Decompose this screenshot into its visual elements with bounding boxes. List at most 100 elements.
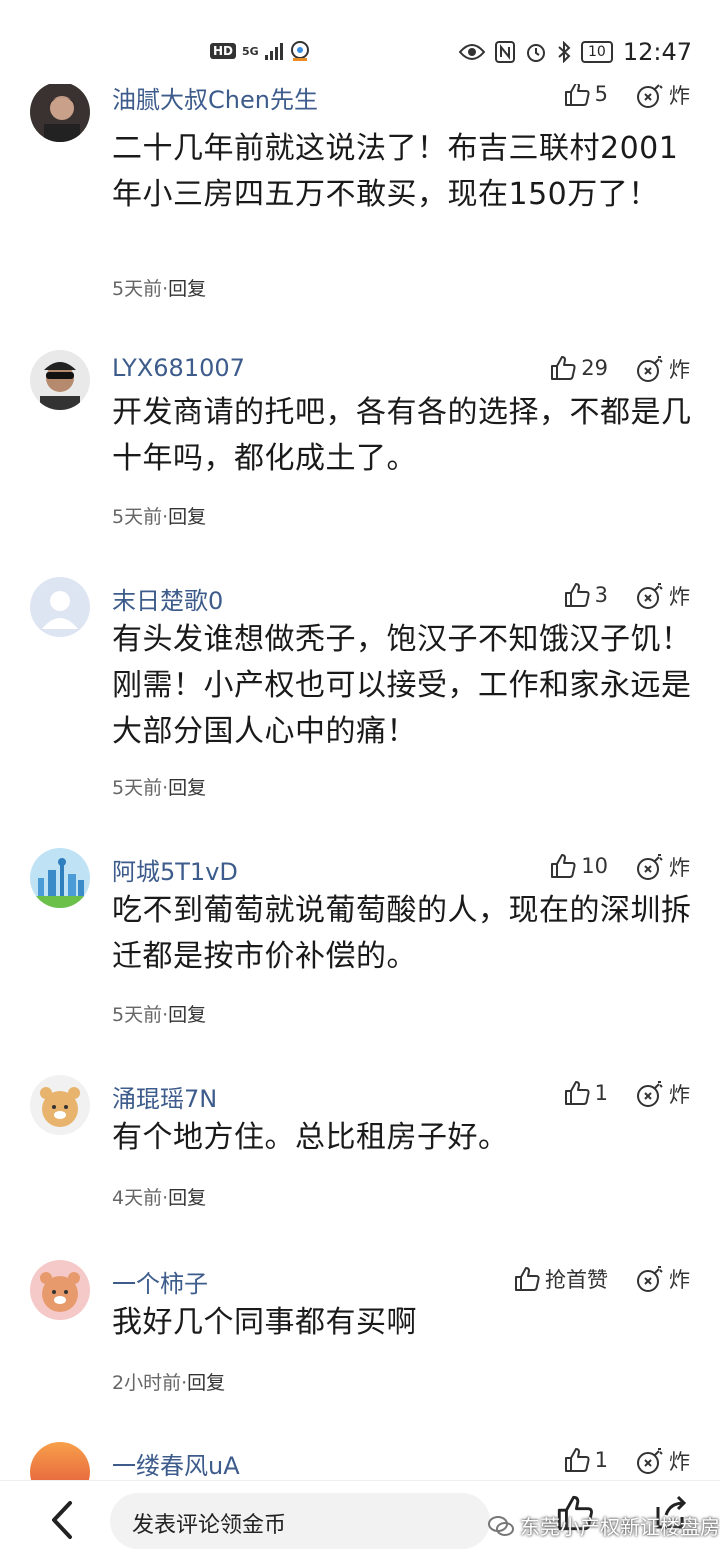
comment-text: 我好几个同事都有买啊: [112, 1305, 417, 1340]
avatar[interactable]: [30, 577, 90, 637]
comment-time: 5天前: [112, 278, 163, 300]
comment-input-placeholder: 发表评论领金币: [132, 1513, 287, 1538]
blast-button[interactable]: 炸: [635, 80, 690, 110]
reply-button[interactable]: 回复: [168, 1004, 206, 1026]
watermark: 东莞小产权新证楼盘房: [488, 1511, 720, 1540]
blast-button[interactable]: 炸: [635, 354, 690, 384]
hd-badge: HD: [210, 43, 237, 59]
like-button[interactable]: 5: [563, 80, 608, 108]
username[interactable]: 涌琨瑶7N: [112, 1079, 217, 1114]
like-count: 3: [594, 583, 608, 607]
blast-button[interactable]: 炸: [635, 852, 690, 882]
blast-label: 炸: [669, 1268, 690, 1292]
wechat-icon: [488, 1515, 514, 1536]
reply-button[interactable]: 回复: [168, 506, 206, 528]
like-button[interactable]: 1: [563, 1079, 608, 1107]
comment-meta: 5天前·回复: [112, 1004, 207, 1026]
network-gen: 5G: [242, 44, 259, 58]
comment-time: 2小时前: [112, 1372, 182, 1394]
bluetooth-icon: [558, 41, 571, 63]
username[interactable]: 一个柿子: [112, 1264, 208, 1299]
like-button[interactable]: 3: [563, 581, 608, 609]
comment-text: 有头发谁想做秃子，饱汉子不知饿汉子饥！刚需！小产权也可以接受，工作和家永远是大部…: [112, 622, 692, 749]
comment-list[interactable]: 油腻大叔Chen先生 5 炸 二十几年前就这说法了！布吉三联村2001年小三房四…: [0, 0, 720, 1480]
comment-time: 4天前: [112, 1187, 163, 1209]
comment-meta: 5天前·回复: [112, 777, 207, 799]
status-left: HD 5G: [210, 40, 311, 62]
blast-label: 炸: [669, 84, 690, 108]
blast-button[interactable]: 炸: [635, 1446, 690, 1476]
comment-meta: 2小时前·回复: [112, 1372, 226, 1394]
comment-meta: 4天前·回复: [112, 1187, 207, 1209]
comment-text: 有个地方住。总比租房子好。: [112, 1120, 509, 1155]
blast-label: 炸: [669, 1450, 690, 1474]
comment-time: 5天前: [112, 777, 163, 799]
username[interactable]: 一缕春风uA: [112, 1446, 240, 1480]
blast-label: 炸: [669, 358, 690, 382]
blast-label: 炸: [669, 585, 690, 609]
nfc-icon: [495, 41, 515, 63]
like-button[interactable]: 抢首赞: [513, 1264, 608, 1294]
clock: 12:47: [622, 38, 692, 66]
username[interactable]: LYX681007: [112, 354, 245, 382]
thumbs-up-icon: [564, 1448, 590, 1472]
like-button[interactable]: 29: [549, 354, 608, 382]
blast-label: 炸: [669, 1083, 690, 1107]
battery-icon: 10: [581, 41, 613, 63]
reply-button[interactable]: 回复: [168, 278, 206, 300]
avatar[interactable]: [30, 1260, 90, 1320]
blast-button[interactable]: 炸: [635, 581, 690, 611]
avatar[interactable]: [30, 350, 90, 410]
blast-button[interactable]: 炸: [635, 1264, 690, 1294]
status-right: 10 12:47: [459, 38, 692, 66]
like-count: 1: [594, 1081, 608, 1105]
blast-button[interactable]: 炸: [635, 1079, 690, 1109]
bomb-icon: [637, 1266, 663, 1292]
bomb-icon: [637, 1448, 663, 1474]
comment-input[interactable]: 发表评论领金币: [110, 1493, 490, 1549]
thumbs-up-icon: [515, 1267, 540, 1291]
thumbs-up-icon: [551, 854, 576, 878]
reply-button[interactable]: 回复: [168, 777, 206, 799]
like-count: 抢首赞: [545, 1268, 608, 1292]
avatar[interactable]: [30, 848, 90, 908]
username[interactable]: 阿城5T1vD: [112, 852, 238, 887]
blast-label: 炸: [669, 856, 690, 880]
bomb-icon: [637, 854, 663, 880]
watermark-text: 东莞小产权新证楼盘房: [520, 1515, 720, 1539]
like-count: 5: [594, 82, 608, 106]
like-count: 1: [594, 1448, 608, 1472]
like-button[interactable]: 10: [549, 852, 608, 880]
app-notification-icon: [290, 41, 309, 61]
avatar[interactable]: [30, 82, 90, 142]
thumbs-up-icon: [564, 1081, 590, 1105]
avatar[interactable]: [30, 1442, 90, 1480]
comment-meta: 5天前·回复: [112, 278, 207, 300]
comment-text: 二十几年前就这说法了！布吉三联村2001年小三房四五万不敢买，现在150万了！: [112, 131, 679, 212]
comment-text: 吃不到葡萄就说葡萄酸的人，现在的深圳拆迁都是按市价补偿的。: [112, 893, 692, 974]
thumbs-up-icon: [564, 82, 590, 106]
bottom-bar: 发表评论领金币 东莞小产权新证楼盘房: [0, 1480, 720, 1561]
reply-button[interactable]: 回复: [187, 1372, 225, 1394]
status-bar: HD 5G 10 12:47: [0, 0, 720, 84]
like-count: 29: [581, 356, 608, 380]
username[interactable]: 末日楚歌0: [112, 581, 223, 616]
comment-text: 开发商请的托吧，各有各的选择，不都是几十年吗，都化成土了。: [112, 395, 692, 476]
bomb-icon: [637, 82, 663, 108]
like-button[interactable]: 1: [563, 1446, 608, 1474]
reply-button[interactable]: 回复: [168, 1187, 206, 1209]
bomb-icon: [637, 356, 663, 382]
username[interactable]: 油腻大叔Chen先生: [112, 80, 318, 115]
back-arrow-icon[interactable]: [42, 1495, 82, 1545]
thumbs-up-icon: [551, 356, 576, 380]
eye-icon: [459, 44, 485, 60]
comment-meta: 5天前·回复: [112, 506, 207, 528]
avatar[interactable]: [30, 1075, 90, 1135]
signal-icon: [264, 42, 283, 60]
bomb-icon: [637, 1081, 663, 1107]
comment-time: 5天前: [112, 506, 163, 528]
thumbs-up-icon: [564, 583, 590, 607]
comment-time: 5天前: [112, 1004, 163, 1026]
bomb-icon: [637, 583, 663, 609]
like-count: 10: [581, 854, 608, 878]
